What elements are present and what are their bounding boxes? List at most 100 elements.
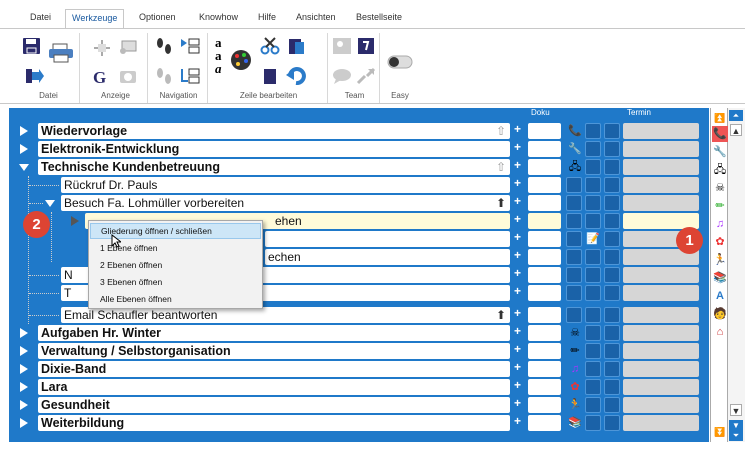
menu-tab-hilfe[interactable]: Hilfe [258, 12, 276, 22]
status-box[interactable] [566, 195, 582, 211]
level-up-icon[interactable]: ⬆ [494, 308, 508, 322]
status-box[interactable] [585, 285, 601, 301]
doku-cell[interactable] [528, 141, 561, 157]
status-box[interactable] [604, 231, 620, 247]
doku-cell[interactable] [528, 285, 561, 301]
cut-icon[interactable] [260, 37, 280, 55]
status-box[interactable] [604, 379, 620, 395]
status-box[interactable] [604, 307, 620, 323]
expand-arrow-icon[interactable] [20, 382, 28, 392]
status-box[interactable] [585, 325, 601, 341]
doku-cell[interactable] [528, 249, 561, 265]
books-icon[interactable]: 📚 [712, 270, 728, 286]
contact-card-icon[interactable] [332, 37, 352, 55]
music-icon[interactable]: ♫ [712, 216, 728, 232]
doku-cell[interactable] [528, 213, 561, 229]
add-button[interactable]: + [514, 307, 521, 319]
doku-cell[interactable] [528, 397, 561, 413]
status-box[interactable] [585, 343, 601, 359]
doku-cell[interactable] [528, 123, 561, 139]
row-label[interactable]: Lara [38, 379, 510, 395]
scroll-bottom-icon[interactable]: ⏬ [712, 424, 728, 440]
outline-row[interactable]: Dixie-Band + ♫ [9, 360, 709, 378]
add-button[interactable]: + [514, 415, 521, 427]
level-up-icon[interactable]: ⬆ [494, 196, 508, 210]
outline-row[interactable]: Lara + ✿ [9, 378, 709, 396]
outline-row[interactable]: Aufgaben Hr. Winter + ☠ [9, 324, 709, 342]
status-box[interactable] [604, 195, 620, 211]
doku-cell[interactable] [528, 177, 561, 193]
phone-icon[interactable]: 📞 [712, 126, 728, 142]
termin-cell[interactable] [623, 307, 699, 323]
status-box[interactable] [566, 285, 582, 301]
termin-cell[interactable] [623, 267, 699, 283]
status-box[interactable] [585, 307, 601, 323]
presentation-icon[interactable] [118, 39, 138, 57]
save-icon[interactable] [22, 37, 42, 55]
termin-cell[interactable] [623, 325, 699, 341]
status-box[interactable] [604, 325, 620, 341]
menu-tab-optionen[interactable]: Optionen [139, 12, 176, 22]
termin-cell[interactable] [623, 343, 699, 359]
person-icon[interactable]: 🧑 [712, 306, 728, 322]
outline-row[interactable]: Besuch Fa. Lohmüller vorbereiten ⬆ + [9, 194, 709, 212]
scroll-up-icon[interactable]: ▲ [730, 124, 742, 136]
chat-icon[interactable] [332, 67, 352, 85]
palette-icon[interactable] [230, 49, 252, 71]
level-up-outline-icon[interactable]: ⇧ [494, 124, 508, 138]
menu-tab-knowhow[interactable]: Knowhow [199, 12, 238, 22]
status-box[interactable] [566, 231, 582, 247]
house-icon[interactable]: ⌂ [712, 324, 728, 340]
status-box[interactable] [604, 159, 620, 175]
outline-row[interactable]: Gesundheit + 🏃 [9, 396, 709, 414]
status-box[interactable] [604, 397, 620, 413]
sync-icon[interactable] [356, 67, 376, 85]
tree-collapse-icon[interactable] [180, 67, 200, 85]
doku-cell[interactable] [528, 325, 561, 341]
undo-icon[interactable] [286, 67, 306, 86]
ctx-item-open-3-levels[interactable]: 3 Ebenen öffnen [90, 274, 261, 290]
status-box[interactable] [585, 141, 601, 157]
row-label[interactable]: echen [265, 249, 510, 265]
collapse-arrow-icon[interactable] [19, 164, 29, 171]
add-button[interactable]: + [514, 231, 521, 243]
add-button[interactable]: + [514, 379, 521, 391]
termin-cell[interactable] [623, 379, 699, 395]
termin-cell[interactable] [623, 285, 699, 301]
scroll-top-icon[interactable]: ⏫ [712, 110, 728, 126]
doku-cell[interactable] [528, 415, 561, 431]
status-box[interactable] [585, 195, 601, 211]
add-button[interactable]: + [514, 249, 521, 261]
termin-cell[interactable] [623, 141, 699, 157]
doku-cell[interactable] [528, 307, 561, 323]
status-box[interactable] [604, 361, 620, 377]
row-label[interactable]: Technische Kundenbetreuung [38, 159, 510, 175]
printer-icon[interactable] [48, 43, 74, 63]
status-box[interactable] [604, 141, 620, 157]
status-box[interactable] [566, 249, 582, 265]
status-box[interactable] [604, 123, 620, 139]
outline-row[interactable]: Elektronik-Entwicklung + 🔧 [9, 140, 709, 158]
doku-cell[interactable] [528, 267, 561, 283]
google-icon[interactable]: G [90, 67, 110, 87]
flower-icon[interactable]: ✿ [712, 234, 728, 250]
doku-cell[interactable] [528, 361, 561, 377]
doku-cell[interactable] [528, 379, 561, 395]
termin-cell[interactable] [623, 123, 699, 139]
contact-book-icon[interactable] [356, 37, 376, 55]
add-button[interactable]: + [514, 159, 521, 171]
status-box[interactable] [604, 267, 620, 283]
status-box[interactable] [585, 177, 601, 193]
tree-expand-icon[interactable] [180, 37, 200, 55]
expand-arrow-icon[interactable] [20, 418, 28, 428]
running-icon[interactable]: 🏃 [712, 252, 728, 268]
termin-cell[interactable] [623, 159, 699, 175]
status-box[interactable] [585, 249, 601, 265]
scroll-down-icon[interactable]: ▼ [730, 404, 742, 416]
row-label[interactable]: Gesundheit [38, 397, 510, 413]
termin-cell[interactable] [623, 397, 699, 413]
menu-tab-werkzeuge[interactable]: Werkzeuge [65, 9, 125, 29]
row-label[interactable] [265, 231, 510, 247]
status-box[interactable] [604, 343, 620, 359]
scroll-to-bottom-button[interactable]: ⏷ [729, 430, 743, 441]
